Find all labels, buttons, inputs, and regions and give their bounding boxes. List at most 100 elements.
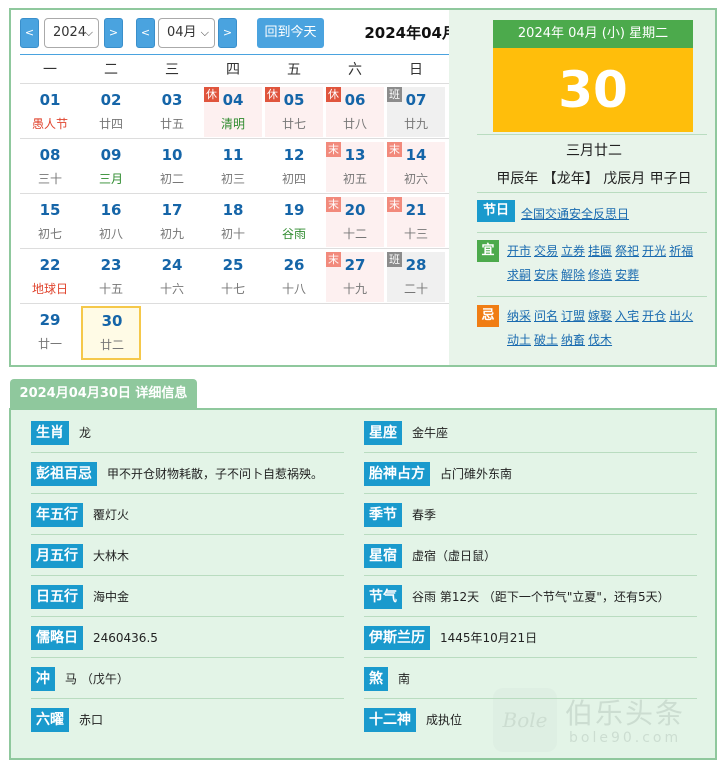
detail-label: 煞 (364, 667, 388, 691)
day-cell[interactable]: 末 27 十九 (326, 252, 384, 302)
day-cell[interactable]: 08 三十 (21, 142, 79, 192)
yi-activity-link[interactable]: 解除 (561, 268, 585, 282)
day-cell[interactable]: 班 07 廿九 (387, 87, 445, 137)
day-cell[interactable]: 26 十八 (265, 252, 323, 302)
divider (477, 134, 707, 135)
day-cell[interactable]: 18 初十 (204, 197, 262, 247)
yi-activity-link[interactable]: 祈福 (669, 244, 693, 258)
day-number: 15 (39, 201, 61, 219)
day-cell[interactable]: 17 初九 (143, 197, 201, 247)
ji-activity-link[interactable]: 订盟 (561, 309, 585, 323)
divider (20, 303, 449, 304)
day-cell[interactable]: 02 廿四 (82, 87, 140, 137)
yi-activity-link[interactable]: 立券 (561, 244, 585, 258)
detail-item: 儒略日 2460436.5 (31, 617, 351, 658)
day-number: 07 (405, 91, 427, 109)
detail-tab: 2024月04月30日 详细信息 (10, 379, 197, 409)
day-cell[interactable]: 24 十六 (143, 252, 201, 302)
detail-label: 儒略日 (31, 626, 83, 650)
ji-activity-link[interactable]: 开仓 (642, 309, 666, 323)
day-cell[interactable]: 末 20 十二 (326, 197, 384, 247)
yi-activity-link[interactable]: 安葬 (615, 268, 639, 282)
year-select[interactable]: 2024 ⌵ (44, 18, 99, 48)
weekday-label: 四 (226, 62, 240, 78)
weekday-label: 日 (409, 62, 423, 78)
detail-value: 龙 (79, 426, 92, 440)
day-cell[interactable]: 15 初七 (21, 197, 79, 247)
day-cell[interactable]: 19 谷雨 (265, 197, 323, 247)
day-cell[interactable]: 10 初二 (143, 142, 201, 192)
day-cell[interactable]: 末 13 初五 (326, 142, 384, 192)
detail-label: 生肖 (31, 421, 69, 445)
back-to-today-button[interactable]: 回到今天 (257, 18, 324, 48)
ji-activity-link[interactable]: 纳采 (507, 309, 531, 323)
day-cell[interactable]: 09 三月 (82, 142, 140, 192)
yi-activity-link[interactable]: 安床 (534, 268, 558, 282)
yi-activity-link[interactable]: 求嗣 (507, 268, 531, 282)
day-cell[interactable]: 01 愚人节 (21, 87, 79, 137)
next-year-button[interactable]: > (104, 18, 123, 48)
yi-activity-link[interactable]: 祭祀 (615, 244, 639, 258)
detail-item: 胎神占方 占门碓外东南 (364, 453, 684, 494)
detail-item: 伊斯兰历 1445年10月21日 (364, 617, 684, 658)
day-cell[interactable]: 30 廿二 (81, 306, 141, 360)
day-number: 30 (101, 312, 123, 330)
day-cell[interactable]: 25 十七 (204, 252, 262, 302)
day-cell[interactable]: 末 21 十三 (387, 197, 445, 247)
day-cell[interactable]: 22 地球日 (21, 252, 79, 302)
day-cell[interactable]: 班 28 二十 (387, 252, 445, 302)
yi-activity-link[interactable]: 交易 (534, 244, 558, 258)
yi-activity-link[interactable]: 开市 (507, 244, 531, 258)
day-cell[interactable]: 末 14 初六 (387, 142, 445, 192)
divider (20, 138, 449, 139)
detail-item: 季节 春季 (364, 494, 684, 535)
day-cell[interactable]: 休 04 清明 (204, 87, 262, 137)
detail-item: 星座 金牛座 (364, 412, 684, 453)
detail-item: 冲马 （戊午） (31, 658, 351, 699)
day-number: 19 (283, 201, 305, 219)
day-number: 22 (39, 256, 61, 274)
month-select[interactable]: 04月 ⌵ (158, 18, 215, 48)
lunar-day: 十八 (281, 282, 306, 296)
ji-links: 纳采 问名 订盟 嫁娶 入宅 开仓 出火动土 破土 纳畜 伐木 (507, 304, 707, 352)
day-cell[interactable]: 11 初三 (204, 142, 262, 192)
detail-label: 十二神 (364, 708, 416, 732)
detail-label: 星宿 (364, 544, 402, 568)
day-cell[interactable]: 23 十五 (82, 252, 140, 302)
day-number: 06 (344, 91, 366, 109)
ji-activity-link[interactable]: 问名 (534, 309, 558, 323)
lunar-day: 廿一 (37, 337, 62, 351)
day-cell[interactable]: 休 06 廿八 (326, 87, 384, 137)
ji-activity-link[interactable]: 伐木 (588, 333, 612, 347)
ji-activity-link[interactable]: 纳畜 (561, 333, 585, 347)
ji-activity-link[interactable]: 嫁娶 (588, 309, 612, 323)
yi-activity-link[interactable]: 修造 (588, 268, 612, 282)
day-cell[interactable]: 29 廿一 (21, 307, 79, 357)
calendar-toolbar: < 2024 ⌵ > < 04月 ⌵ > 回到今天 2024年04月 (20, 16, 457, 48)
prev-month-button[interactable]: < (136, 18, 155, 48)
festival-links: 全国交通安全反思日 (521, 202, 721, 226)
day-cell[interactable]: 休 05 廿七 (265, 87, 323, 137)
lunar-day: 初六 (403, 172, 428, 186)
yi-activity-link[interactable]: 开光 (642, 244, 666, 258)
day-cell[interactable]: 16 初八 (82, 197, 140, 247)
lunar-day: 廿七 (281, 117, 306, 131)
weekday-label: 六 (348, 62, 362, 78)
ji-activity-link[interactable]: 破土 (534, 333, 558, 347)
calendar-title: 2024年04月 (364, 24, 457, 42)
festival-link[interactable]: 全国交通安全反思日 (521, 207, 629, 221)
weekday-label: 二 (104, 62, 118, 78)
detail-item: 十二神 成执位 (364, 699, 684, 740)
yi-activity-link[interactable]: 挂匾 (588, 244, 612, 258)
ji-activity-link[interactable]: 入宅 (615, 309, 639, 323)
prev-year-button[interactable]: < (20, 18, 39, 48)
ji-activity-link[interactable]: 出火 (669, 309, 693, 323)
detail-panel: Bole 伯乐头条 bole90.com 生肖龙星座 金牛座 彭祖百忌 甲不开仓财物耗… (9, 408, 717, 760)
divider (477, 192, 707, 193)
day-cell[interactable]: 03 廿五 (143, 87, 201, 137)
ji-badge: 忌 (477, 305, 499, 327)
day-cell[interactable]: 12 初四 (265, 142, 323, 192)
ji-activity-link[interactable]: 动土 (507, 333, 531, 347)
detail-label: 季节 (364, 503, 402, 527)
next-month-button[interactable]: > (218, 18, 237, 48)
